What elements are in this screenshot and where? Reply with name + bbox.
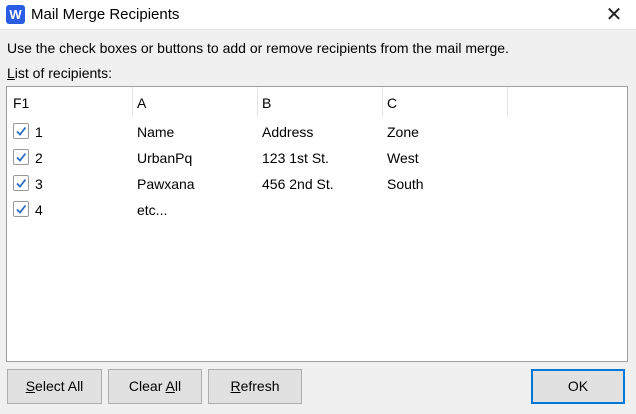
- column-divider[interactable]: [507, 87, 508, 117]
- row-checkbox[interactable]: [13, 123, 29, 139]
- table-cell: 4: [35, 202, 43, 218]
- checkmark-icon: [16, 178, 27, 188]
- table-cell: 3: [35, 176, 43, 192]
- table-cell: 123 1st St.: [262, 150, 329, 166]
- recipients-list[interactable]: F1 A B C 1 Name Address Zone 2 UrbanPq 123 1st…: [6, 86, 628, 362]
- table-cell: etc...: [137, 202, 168, 218]
- close-button[interactable]: ✕: [600, 2, 628, 28]
- select-all-button[interactable]: Select All: [7, 369, 102, 404]
- table-cell: Name: [137, 124, 175, 140]
- table-cell: Address: [262, 124, 314, 140]
- ok-button[interactable]: OK: [531, 369, 625, 404]
- checkmark-icon: [16, 152, 27, 162]
- table-cell: UrbanPq: [137, 150, 193, 166]
- window-title: Mail Merge Recipients: [31, 6, 180, 23]
- table-cell: Pawxana: [137, 176, 195, 192]
- row-checkbox[interactable]: [13, 201, 29, 217]
- column-divider[interactable]: [257, 87, 258, 117]
- table-row[interactable]: 4 etc...: [7, 198, 627, 224]
- column-header-f1[interactable]: F1: [13, 95, 29, 111]
- table-cell: South: [387, 176, 424, 192]
- title-bar: W Mail Merge Recipients ✕: [0, 0, 636, 30]
- list-label: List of recipients:: [7, 65, 113, 81]
- row-checkbox[interactable]: [13, 149, 29, 165]
- column-header-c[interactable]: C: [387, 95, 397, 111]
- table-row[interactable]: 2 UrbanPq 123 1st St. West: [7, 146, 627, 172]
- word-app-icon: W: [6, 5, 25, 24]
- column-divider[interactable]: [382, 87, 383, 117]
- column-header-b[interactable]: B: [262, 95, 271, 111]
- list-header: F1 A B C: [7, 87, 627, 119]
- table-cell: Zone: [387, 124, 419, 140]
- clear-all-button[interactable]: Clear All: [108, 369, 202, 404]
- column-header-a[interactable]: A: [137, 95, 146, 111]
- column-divider[interactable]: [132, 87, 133, 117]
- table-row[interactable]: 1 Name Address Zone: [7, 120, 627, 146]
- table-cell: 456 2nd St.: [262, 176, 334, 192]
- refresh-button[interactable]: Refresh: [208, 369, 302, 404]
- instructions-text: Use the check boxes or buttons to add or…: [7, 40, 509, 56]
- table-row[interactable]: 3 Pawxana 456 2nd St. South: [7, 172, 627, 198]
- table-cell: West: [387, 150, 419, 166]
- checkmark-icon: [16, 204, 27, 214]
- checkmark-icon: [16, 126, 27, 136]
- table-cell: 2: [35, 150, 43, 166]
- table-cell: 1: [35, 124, 43, 140]
- row-checkbox[interactable]: [13, 175, 29, 191]
